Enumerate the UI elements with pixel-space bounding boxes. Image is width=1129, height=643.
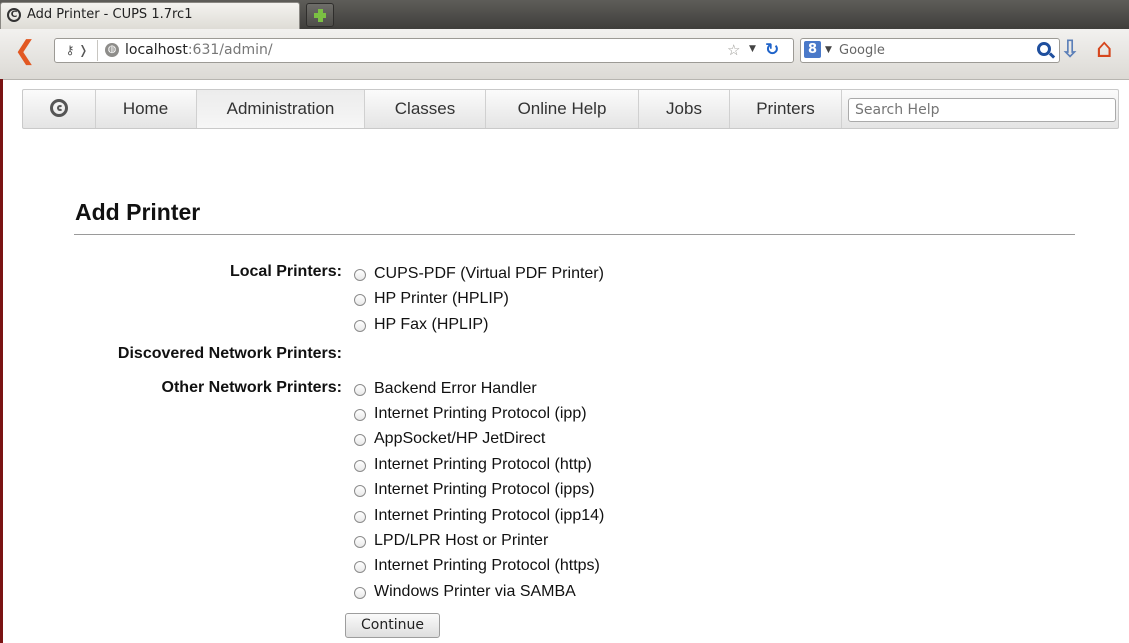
history-dropdown-icon[interactable]: ▼ bbox=[749, 44, 756, 54]
printer-option-label: HP Printer (HPLIP) bbox=[374, 290, 509, 307]
printer-option-label: Windows Printer via SAMBA bbox=[374, 583, 576, 600]
radio-button[interactable] bbox=[354, 384, 366, 396]
url-text[interactable]: localhost:631/admin/ bbox=[125, 42, 273, 58]
url-host: localhost bbox=[125, 42, 188, 58]
nav-jobs[interactable]: Jobs bbox=[639, 90, 730, 128]
radio-button[interactable] bbox=[354, 536, 366, 548]
printer-option-label: Internet Printing Protocol (ipp14) bbox=[374, 507, 605, 524]
search-bar[interactable]: 8 ▼ Google bbox=[800, 38, 1060, 63]
nav-administration[interactable]: Administration bbox=[197, 90, 365, 128]
radio-button[interactable] bbox=[354, 320, 366, 332]
bookmark-star-icon[interactable]: ☆ bbox=[727, 41, 740, 59]
page-title: Add Printer bbox=[75, 199, 201, 225]
nav-printers[interactable]: Printers bbox=[730, 90, 842, 128]
search-engine-placeholder: Google bbox=[839, 43, 885, 58]
google-engine-icon[interactable]: 8 bbox=[804, 41, 821, 58]
printer-option-label: Internet Printing Protocol (http) bbox=[374, 456, 592, 473]
globe-icon: ◍ bbox=[105, 43, 119, 57]
printer-option-label: Internet Printing Protocol (ipp) bbox=[374, 405, 587, 422]
printer-option-label: Backend Error Handler bbox=[374, 380, 537, 397]
cups-favicon-icon: C bbox=[7, 8, 21, 22]
radio-button[interactable] bbox=[354, 409, 366, 421]
cups-logo-icon[interactable] bbox=[23, 90, 96, 128]
printer-option-label: Internet Printing Protocol (https) bbox=[374, 557, 600, 574]
nav-home[interactable]: Home bbox=[95, 90, 197, 128]
navigation-toolbar: ❮ ⚷ ❭ ◍ localhost:631/admin/ ☆ ▼ ↻ 8 ▼ G… bbox=[0, 29, 1129, 80]
download-arrow-icon[interactable]: ⇩ bbox=[1060, 37, 1080, 61]
home-icon[interactable]: ⌂ bbox=[1096, 35, 1113, 63]
nav-online-help[interactable]: Online Help bbox=[486, 90, 639, 128]
reload-icon[interactable]: ↻ bbox=[765, 39, 779, 61]
local-printers-label: Local Printers: bbox=[229, 263, 342, 280]
tab-strip: C Add Printer - CUPS 1.7rc1 bbox=[0, 0, 1129, 29]
nav-classes[interactable]: Classes bbox=[365, 90, 486, 128]
engine-dropdown-icon[interactable]: ▼ bbox=[825, 45, 832, 55]
radio-button[interactable] bbox=[354, 511, 366, 523]
discovered-network-printers-label: Discovered Network Printers: bbox=[117, 345, 342, 362]
radio-button[interactable] bbox=[354, 485, 366, 497]
radio-button[interactable] bbox=[354, 434, 366, 446]
search-help-input[interactable] bbox=[848, 98, 1116, 122]
cups-navigation-bar: Home Administration Classes Online Help … bbox=[22, 89, 1119, 129]
radio-button[interactable] bbox=[354, 269, 366, 281]
printer-option-label: Internet Printing Protocol (ipps) bbox=[374, 481, 595, 498]
radio-button[interactable] bbox=[354, 294, 366, 306]
tab-title: Add Printer - CUPS 1.7rc1 bbox=[27, 7, 193, 22]
url-path: :631/admin/ bbox=[187, 42, 273, 58]
page-left-edge bbox=[0, 79, 3, 643]
other-network-printers-label: Other Network Printers: bbox=[161, 379, 342, 396]
back-arrow-icon[interactable]: ❮ bbox=[14, 38, 38, 64]
new-tab-button[interactable] bbox=[306, 3, 334, 27]
radio-button[interactable] bbox=[354, 460, 366, 472]
printer-option-label: AppSocket/HP JetDirect bbox=[374, 430, 546, 447]
continue-button[interactable]: Continue bbox=[345, 613, 440, 638]
url-bar[interactable]: ⚷ ❭ ◍ localhost:631/admin/ ☆ ▼ ↻ bbox=[54, 38, 794, 63]
title-divider bbox=[74, 234, 1075, 235]
search-icon[interactable] bbox=[1037, 42, 1051, 56]
radio-button[interactable] bbox=[354, 587, 366, 599]
site-identity-key-icon[interactable]: ⚷ ❭ bbox=[57, 40, 98, 61]
browser-tab[interactable]: C Add Printer - CUPS 1.7rc1 bbox=[0, 2, 300, 29]
printer-option-label: LPD/LPR Host or Printer bbox=[374, 532, 549, 549]
printer-option-label: HP Fax (HPLIP) bbox=[374, 316, 489, 333]
printer-option-label: CUPS-PDF (Virtual PDF Printer) bbox=[374, 265, 604, 282]
radio-button[interactable] bbox=[354, 561, 366, 573]
